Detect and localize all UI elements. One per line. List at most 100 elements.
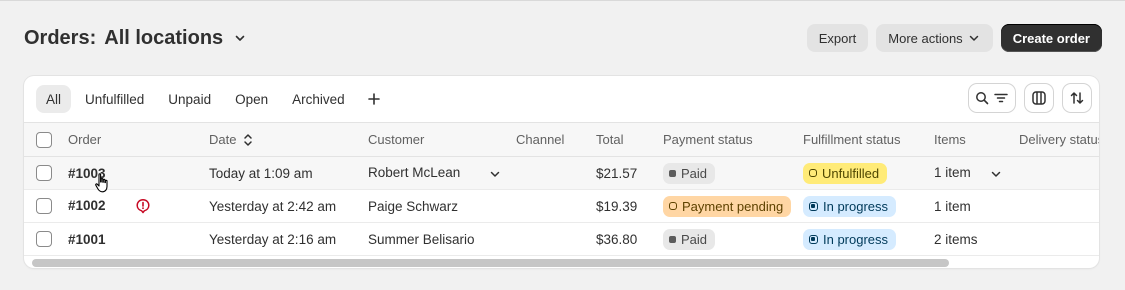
sort-arrows-icon bbox=[244, 134, 252, 147]
payment-status-label: Payment pending bbox=[682, 198, 784, 214]
delivery-status-cell bbox=[1019, 156, 1099, 190]
table-header-row: Order Date Customer Channel Total Paymen… bbox=[24, 122, 1099, 157]
column-header-payment-status[interactable]: Payment status bbox=[663, 122, 803, 157]
sort-icon bbox=[1070, 92, 1084, 104]
orders-card: All Unfulfilled Unpaid Open Archived Ord… bbox=[24, 76, 1099, 268]
page-title-label: Orders: bbox=[24, 26, 97, 49]
order-number: #1002 bbox=[68, 197, 106, 213]
search-icon bbox=[976, 92, 989, 105]
payment-status-badge: Paid bbox=[663, 228, 716, 250]
fulfillment-status-cell: In progress bbox=[803, 222, 934, 256]
orders-table: Order Date Customer Channel Total Paymen… bbox=[24, 122, 1099, 256]
delivery-status-cell bbox=[1019, 222, 1099, 256]
sort-button[interactable] bbox=[1063, 84, 1091, 112]
customer-name[interactable]: Summer Belisario bbox=[368, 222, 516, 256]
order-number-cell[interactable]: #1002 bbox=[68, 189, 209, 223]
row-checkbox[interactable] bbox=[36, 198, 52, 215]
top-border bbox=[0, 0, 1125, 1]
table-row[interactable]: #1002 Yesterday at 2:42 am Paige Schwarz… bbox=[24, 189, 1099, 223]
status-ring-icon bbox=[809, 169, 817, 177]
chevron-down-icon[interactable] bbox=[488, 167, 502, 181]
channel-cell bbox=[516, 222, 596, 256]
payment-status-label: Paid bbox=[681, 231, 708, 247]
columns-icon bbox=[1032, 91, 1046, 105]
fulfillment-status-cell: Unfulfilled bbox=[803, 156, 934, 190]
column-header-date[interactable]: Date bbox=[209, 122, 368, 157]
tab-archived[interactable]: Archived bbox=[282, 85, 355, 113]
customer-cell[interactable]: Robert McLean bbox=[368, 156, 516, 190]
page-title[interactable]: Orders: All locations bbox=[24, 27, 247, 50]
order-date: Yesterday at 2:42 am bbox=[209, 189, 368, 223]
more-actions-label: More actions bbox=[888, 30, 963, 46]
filter-tabs: All Unfulfilled Unpaid Open Archived bbox=[36, 84, 389, 114]
column-header-items[interactable]: Items bbox=[934, 122, 1019, 157]
items-count: 1 item bbox=[934, 165, 971, 181]
customer-name: Robert McLean bbox=[368, 165, 461, 181]
items-cell[interactable]: 1 item bbox=[934, 156, 1019, 190]
status-ring-icon bbox=[669, 202, 677, 210]
tab-unfulfilled[interactable]: Unfulfilled bbox=[75, 85, 154, 113]
chevron-down-icon[interactable] bbox=[989, 167, 1003, 181]
order-total: $19.39 bbox=[596, 189, 663, 223]
chevron-down-icon[interactable] bbox=[233, 31, 247, 45]
fulfillment-status-badge: In progress bbox=[803, 228, 897, 250]
search-filter-button[interactable] bbox=[969, 84, 1015, 112]
fulfillment-status-label: In progress bbox=[823, 231, 889, 247]
create-order-button[interactable]: Create order bbox=[1000, 24, 1102, 52]
row-select-cell bbox=[24, 189, 68, 223]
plus-icon bbox=[367, 93, 380, 105]
column-header-customer[interactable]: Customer bbox=[368, 122, 516, 157]
row-select-cell bbox=[24, 156, 68, 190]
table-tools bbox=[969, 84, 1091, 112]
order-date: Yesterday at 2:16 am bbox=[209, 222, 368, 256]
items-count[interactable]: 2 items bbox=[934, 222, 1019, 256]
horizontal-scrollbar[interactable] bbox=[32, 259, 1092, 267]
scrollbar-thumb[interactable] bbox=[32, 259, 949, 267]
column-header-total[interactable]: Total bbox=[596, 122, 663, 157]
in-progress-icon bbox=[809, 201, 818, 211]
tab-unpaid[interactable]: Unpaid bbox=[158, 85, 221, 113]
header-actions: Export More actions Create order bbox=[806, 24, 1102, 52]
payment-status-badge: Payment pending bbox=[663, 195, 792, 217]
order-total: $36.80 bbox=[596, 222, 663, 256]
row-select-cell bbox=[24, 222, 68, 256]
fulfillment-status-label: Unfulfilled bbox=[822, 165, 880, 181]
chevron-down-icon bbox=[969, 35, 978, 41]
location-selector-label[interactable]: All locations bbox=[104, 27, 223, 50]
order-number[interactable]: #1003 bbox=[68, 156, 209, 190]
add-view-button[interactable] bbox=[359, 85, 389, 113]
payment-status-cell: Payment pending bbox=[663, 189, 803, 223]
column-header-date-label: Date bbox=[209, 131, 237, 147]
channel-cell bbox=[516, 189, 596, 223]
payment-status-label: Paid bbox=[681, 165, 708, 181]
order-number[interactable]: #1001 bbox=[68, 222, 209, 256]
column-header-order[interactable]: Order bbox=[68, 122, 209, 157]
row-checkbox[interactable] bbox=[36, 231, 52, 248]
hand-pointer-icon bbox=[94, 172, 112, 199]
customer-name[interactable]: Paige Schwarz bbox=[368, 189, 516, 223]
filter-icon bbox=[994, 93, 1008, 103]
more-actions-button[interactable]: More actions bbox=[876, 24, 993, 52]
table-row[interactable]: #1003 Today at 1:09 am Robert McLean $21… bbox=[24, 156, 1099, 190]
items-count[interactable]: 1 item bbox=[934, 189, 1019, 223]
payment-status-cell: Paid bbox=[663, 156, 803, 190]
select-all-checkbox[interactable] bbox=[36, 131, 52, 148]
channel-cell bbox=[516, 156, 596, 190]
fulfillment-status-label: In progress bbox=[823, 198, 889, 214]
risk-alert-icon[interactable] bbox=[135, 198, 151, 214]
fulfillment-status-badge: Unfulfilled bbox=[803, 162, 888, 184]
delivery-status-cell bbox=[1019, 189, 1099, 223]
column-header-channel[interactable]: Channel bbox=[516, 122, 596, 157]
column-header-fulfillment-status[interactable]: Fulfillment status bbox=[803, 122, 934, 157]
export-button[interactable]: Export bbox=[806, 24, 869, 52]
row-checkbox[interactable] bbox=[36, 165, 52, 182]
payment-status-cell: Paid bbox=[663, 222, 803, 256]
table-row[interactable]: #1001 Yesterday at 2:16 am Summer Belisa… bbox=[24, 222, 1099, 256]
tab-open[interactable]: Open bbox=[225, 85, 278, 113]
tab-all[interactable]: All bbox=[36, 85, 72, 113]
fulfillment-status-badge: In progress bbox=[803, 195, 897, 217]
page-header: Orders: All locations Export More action… bbox=[24, 22, 1102, 54]
column-header-delivery-status[interactable]: Delivery status bbox=[1019, 122, 1099, 157]
order-date: Today at 1:09 am bbox=[209, 156, 368, 190]
columns-button[interactable] bbox=[1025, 84, 1053, 112]
